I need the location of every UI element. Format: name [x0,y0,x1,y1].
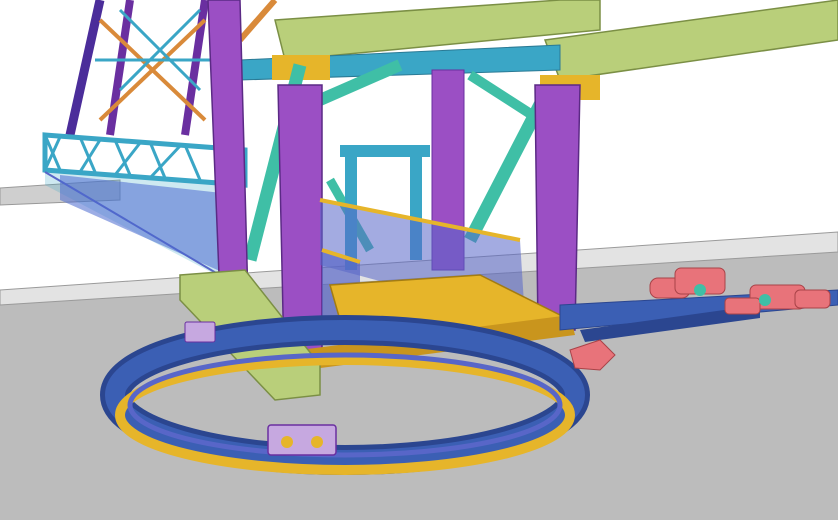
column-right [534,84,581,331]
bolt [311,436,323,448]
bogie-plate-left [184,321,216,343]
steel-structure-render [0,0,838,520]
bolt [281,436,293,448]
cad-3d-model-viewport [0,0,838,520]
bogie-plate [267,424,337,456]
diagonal-brace [467,70,543,125]
